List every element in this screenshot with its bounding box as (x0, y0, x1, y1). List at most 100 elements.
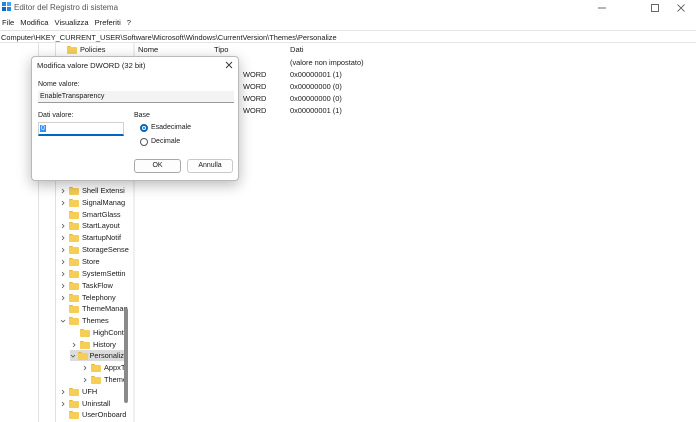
tree-chevron[interactable] (59, 409, 67, 420)
value-name-field: EnableTransparency (38, 91, 234, 103)
tree-item-startupnotify[interactable]: StartupNotif (59, 232, 121, 243)
folder-icon (80, 340, 90, 349)
tree-item-history[interactable]: History (70, 339, 116, 350)
tree-item-taskflow[interactable]: TaskFlow (59, 280, 113, 291)
address-path[interactable]: Computer\HKEY_CURRENT_USER\Software\Micr… (1, 33, 337, 42)
folder-icon (69, 257, 79, 266)
tree-item-label: Store (82, 257, 100, 266)
tree-item-useronboarding[interactable]: UserOnboard (59, 409, 126, 420)
radio-selected-icon[interactable] (140, 124, 148, 132)
chevron-right-icon[interactable] (59, 244, 67, 255)
folder-icon (69, 245, 79, 254)
folder-icon (69, 233, 79, 242)
tree-item-thememanager[interactable]: ThemeManag (59, 303, 128, 314)
value-data-text[interactable]: 0 (40, 125, 46, 132)
menu-visualizza[interactable]: Visualizza (53, 17, 93, 29)
chevron-right-icon[interactable] (59, 232, 67, 243)
value-data: 0x00000001 (1) (290, 106, 342, 115)
chevron-right-icon[interactable] (59, 280, 67, 291)
tree-item-policies[interactable]: Policies (57, 44, 105, 55)
tree-item-signalmanager[interactable]: SignalManag (59, 197, 125, 208)
chevron-right-icon[interactable] (81, 374, 89, 385)
cancel-button[interactable]: Annulla (187, 159, 233, 173)
tree-chevron[interactable] (59, 303, 67, 314)
chevron-right-icon[interactable] (59, 292, 67, 303)
menu-modifica[interactable]: Modifica (18, 17, 52, 29)
tree-item-label: Policies (80, 45, 106, 54)
tree-item-theme[interactable]: Theme (81, 374, 127, 385)
folder-icon (69, 316, 79, 325)
tree-chevron[interactable] (57, 44, 65, 55)
tree-item-label: UFH (82, 387, 98, 396)
chevron-right-icon[interactable] (59, 185, 67, 196)
address-bar[interactable]: Computer\HKEY_CURRENT_USER\Software\Micr… (0, 30, 696, 43)
tree-item-label: History (93, 340, 116, 349)
tree-item-highcontrast[interactable]: HighContr (70, 327, 126, 338)
tree-chevron[interactable] (70, 327, 78, 338)
menu-file[interactable]: File (0, 17, 18, 29)
radio-decimal-label: Decimale (151, 138, 181, 145)
folder-icon (80, 328, 90, 337)
tree-item-storagesense[interactable]: StorageSense (59, 244, 129, 255)
values-list-header: Nome Tipo Dati (135, 43, 696, 55)
maximize-icon (651, 4, 659, 12)
tree-item-appx[interactable]: AppxT (81, 362, 125, 373)
folder-icon (91, 375, 101, 384)
radio-hexadecimal[interactable]: Esadecimale (140, 123, 230, 133)
tree-item-label: Personaliz (89, 351, 124, 360)
folder-icon (69, 399, 79, 408)
chevron-right-icon[interactable] (81, 362, 89, 373)
chevron-down-icon[interactable] (59, 315, 67, 326)
close-window-button[interactable] (662, 0, 696, 16)
radio-unselected-icon[interactable] (140, 138, 148, 146)
menu-preferiti[interactable]: Preferiti (93, 17, 125, 29)
value-name-label: Nome valore: (38, 81, 80, 88)
column-header-name[interactable]: Nome (138, 45, 158, 54)
folder-icon (69, 304, 79, 313)
tree-scrollbar-thumb[interactable] (124, 308, 128, 403)
folder-icon (69, 221, 79, 230)
tree-item-smartglass[interactable]: SmartGlass (59, 209, 121, 220)
value-type: WORD (243, 106, 267, 115)
tree-item-telephony[interactable]: Telephony (59, 292, 116, 303)
tree-item-shell-extensions[interactable]: Shell Extensi (59, 185, 125, 196)
folder-icon (67, 45, 77, 54)
value-data-input[interactable]: 0 (38, 122, 124, 136)
menu-bar: File Modifica Visualizza Preferiti ? (0, 17, 135, 29)
value-data: 0x00000000 (0) (290, 94, 342, 103)
edit-dword-dialog: Modifica valore DWORD (32 bit) Nome valo… (31, 56, 239, 181)
tree-item-store[interactable]: Store (59, 256, 100, 267)
chevron-right-icon[interactable] (59, 256, 67, 267)
tree-item-label: StartLayout (82, 221, 120, 230)
column-header-data[interactable]: Dati (290, 45, 304, 54)
folder-icon (69, 198, 79, 207)
radio-decimal[interactable]: Decimale (140, 137, 230, 147)
tree-item-themes[interactable]: Themes (59, 315, 109, 326)
tree-item-systemsettings[interactable]: SystemSettin (59, 268, 126, 279)
dialog-close-button[interactable] (222, 59, 236, 71)
tree-item-label: TaskFlow (82, 281, 113, 290)
tree-item-uninstall[interactable]: Uninstall (59, 398, 110, 409)
close-icon (677, 4, 685, 12)
tree-item-ufh[interactable]: UFH (59, 386, 97, 397)
minimize-button[interactable] (583, 0, 621, 16)
column-header-type[interactable]: Tipo (214, 45, 229, 54)
tree-item-startlayout[interactable]: StartLayout (59, 220, 120, 231)
ok-button[interactable]: OK (134, 159, 181, 173)
chevron-right-icon[interactable] (59, 386, 67, 397)
chevron-right-icon[interactable] (59, 197, 67, 208)
chevron-right-icon[interactable] (59, 220, 67, 231)
tree-item-label: HighContr (93, 328, 127, 337)
tree-chevron[interactable] (59, 209, 67, 220)
folder-icon (69, 281, 79, 290)
chevron-down-icon[interactable] (70, 350, 76, 361)
tree-item-label: StartupNotif (82, 233, 122, 242)
tree-item-personalize[interactable]: Personaliz (70, 350, 124, 361)
tree-item-label: Themes (82, 316, 109, 325)
folder-icon (91, 363, 101, 372)
chevron-right-icon[interactable] (59, 398, 67, 409)
tree-item-label: SignalManag (82, 198, 126, 207)
chevron-right-icon[interactable] (59, 268, 67, 279)
chevron-right-icon[interactable] (70, 339, 78, 350)
menu-help[interactable]: ? (125, 17, 135, 29)
